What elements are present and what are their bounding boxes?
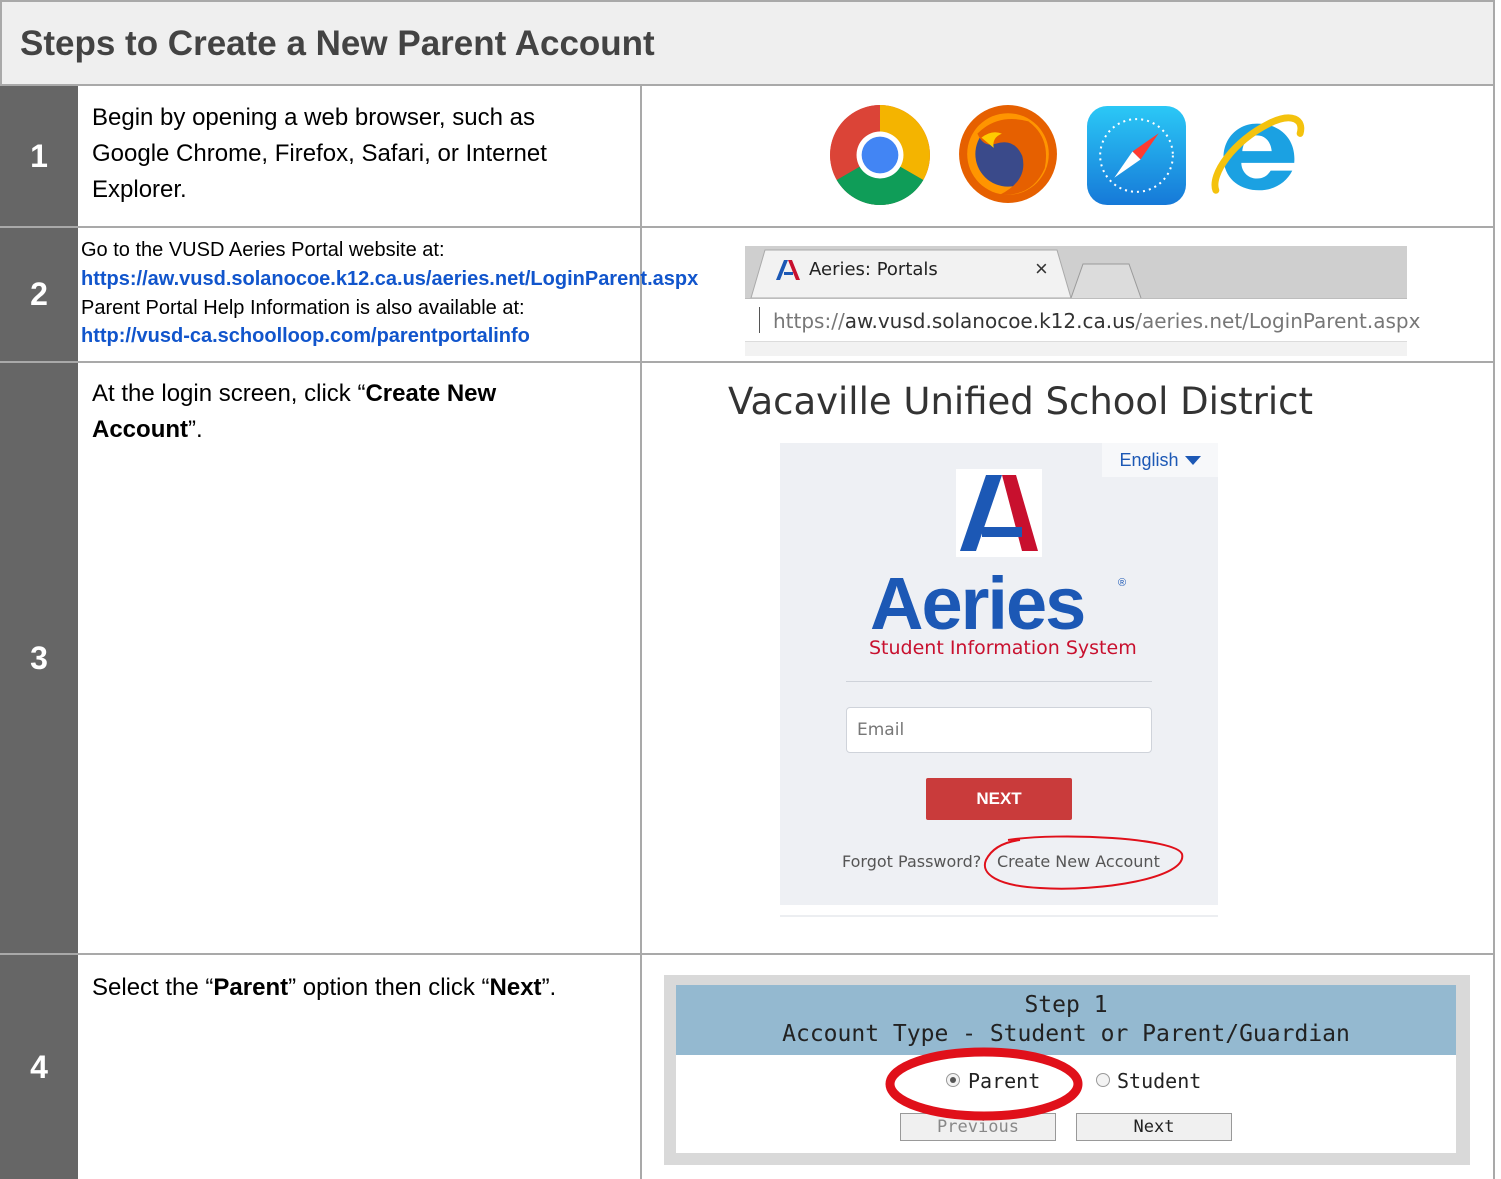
language-selector[interactable]: English [1102, 443, 1218, 477]
tab-close-icon[interactable]: × [1035, 256, 1048, 282]
text-cursor [759, 307, 760, 333]
table-border-right [1493, 86, 1495, 1179]
row-divider-2 [0, 361, 1495, 363]
step-3-text: At the login screen, click “Create New A… [92, 380, 497, 443]
portal-link[interactable]: https://aw.vusd.solanocoe.k12.ca.us/aeri… [81, 265, 698, 294]
panel-divider [846, 681, 1152, 682]
student-radio[interactable] [1096, 1073, 1110, 1087]
step-2-intro: Go to the VUSD Aeries Portal website at: [81, 239, 445, 261]
step-1-text: Begin by opening a web browser, such as … [92, 104, 547, 203]
aeries-brand: Aeries [870, 562, 1086, 645]
aeries-subtitle: Student Information System [869, 637, 1137, 659]
chrome-icon [830, 105, 930, 205]
safari-icon [1087, 106, 1186, 205]
next-button[interactable]: NEXT [926, 778, 1072, 820]
highlight-oval-annotation [885, 1047, 1083, 1121]
address-url: https://aw.vusd.solanocoe.k12.ca.us/aeri… [773, 309, 1421, 333]
student-radio-label: Student [1117, 1069, 1202, 1093]
district-title: Vacaville Unified School District [728, 380, 1314, 423]
step-number-3: 3 [0, 363, 78, 953]
aeries-logo-icon [956, 469, 1042, 557]
step-number-1: 1 [0, 86, 78, 226]
browser-screenshot: Aeries: Portals × https://aw.vusd.solano… [745, 246, 1420, 356]
panel-shadow [780, 915, 1218, 917]
page-title: Steps to Create a New Parent Account [0, 0, 1495, 86]
row-divider-3 [0, 953, 1495, 955]
firefox-icon [959, 105, 1057, 203]
browser-tab[interactable] [745, 246, 1145, 298]
help-info-link[interactable]: http://vusd-ca.schoolloop.com/parentport… [81, 322, 530, 351]
email-input[interactable] [846, 707, 1152, 753]
aeries-favicon-icon [776, 260, 800, 280]
address-bar[interactable]: https://aw.vusd.solanocoe.k12.ca.us/aeri… [745, 298, 1420, 342]
table-column-divider [640, 86, 642, 1179]
tab-title: Aeries: Portals [809, 259, 938, 280]
caret-down-icon [1184, 455, 1201, 465]
row-divider-1 [0, 226, 1495, 228]
step-2-help-text: Parent Portal Help Information is also a… [81, 297, 525, 319]
step-number-4: 4 [0, 955, 78, 1179]
internet-explorer-icon [1211, 114, 1305, 194]
forgot-password-link[interactable]: Forgot Password? [842, 852, 981, 871]
step-4-text: Select the “Parent” option then click “N… [92, 974, 557, 1001]
account-next-button[interactable]: Next [1076, 1113, 1232, 1141]
registered-mark: ® [1118, 577, 1127, 589]
step-number-2: 2 [0, 228, 78, 361]
highlight-circle-annotation [983, 835, 1184, 890]
account-type-heading: Step 1 Account Type - Student or Parent/… [676, 985, 1456, 1055]
